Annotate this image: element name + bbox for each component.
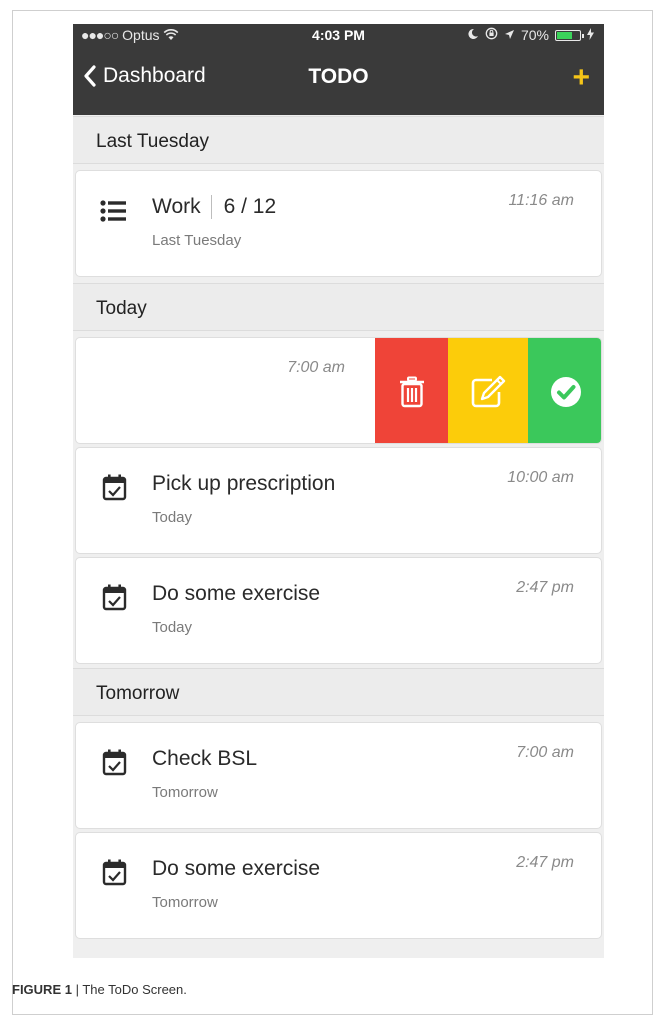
list-item-swiped[interactable]: 7:00 am	[75, 337, 602, 444]
item-title: Work 6 / 12	[152, 195, 276, 219]
item-name: Pick up prescription	[152, 472, 336, 495]
section-title: Tomorrow	[96, 683, 180, 704]
moon-icon	[467, 27, 479, 43]
item-time: 11:16 am	[508, 192, 574, 209]
section-title: Last Tuesday	[96, 131, 210, 152]
list-item-work[interactable]: Work 6 / 12 Last Tuesday 11:16 am	[75, 170, 602, 277]
item-date: Today	[152, 509, 193, 526]
item-time: 2:47 pm	[516, 854, 574, 871]
trash-icon	[399, 376, 424, 407]
charging-icon	[587, 27, 594, 43]
edit-icon	[471, 375, 506, 407]
delete-button[interactable]	[375, 338, 448, 443]
calendar-check-icon	[98, 747, 130, 779]
battery-percent: 70%	[520, 27, 549, 43]
check-circle-icon	[550, 376, 581, 407]
list-item-exercise-today[interactable]: Do some exercise Today 2:47 pm	[75, 557, 602, 664]
add-button[interactable]: +	[572, 60, 590, 96]
battery-icon	[555, 29, 584, 41]
item-time: 2:47 pm	[516, 579, 574, 596]
section-header-today: Today	[73, 283, 604, 331]
edit-button[interactable]	[448, 338, 528, 443]
list-item-prescription[interactable]: Pick up prescription Today 10:00 am	[75, 447, 602, 554]
calendar-check-icon	[98, 857, 130, 889]
list-item-check-bsl[interactable]: Check BSL Tomorrow 7:00 am	[75, 722, 602, 829]
item-date: Tomorrow	[152, 894, 218, 911]
phone-screen: ●●●○○ Optus 4:03 PM 70% Dashboard TODO +…	[73, 24, 604, 958]
caption-text: | The ToDo Screen.	[71, 982, 187, 997]
top-bar: ●●●○○ Optus 4:03 PM 70% Dashboard TODO +	[73, 24, 604, 115]
status-bar: ●●●○○ Optus 4:03 PM 70%	[73, 24, 604, 46]
list-item-exercise-tomorrow[interactable]: Do some exercise Tomorrow 2:47 pm	[75, 832, 602, 939]
item-name: Work	[152, 195, 201, 218]
item-count: 6 / 12	[210, 195, 276, 219]
location-icon	[504, 27, 515, 43]
section-title: Today	[96, 298, 147, 319]
page-title: TODO	[308, 65, 369, 88]
item-name: Do some exercise	[152, 582, 321, 605]
item-name: Check BSL	[152, 747, 258, 770]
item-date: Last Tuesday	[152, 232, 242, 249]
section-header-last-tuesday: Last Tuesday	[73, 116, 604, 164]
nav-bar: Dashboard TODO +	[73, 60, 604, 100]
rotation-lock-icon	[485, 27, 498, 43]
section-header-tomorrow: Tomorrow	[73, 668, 604, 716]
complete-button[interactable]	[528, 338, 601, 443]
status-right: 70%	[467, 27, 594, 43]
calendar-check-icon	[98, 472, 130, 504]
item-time: 7:00 am	[287, 359, 345, 376]
item-date: Tomorrow	[152, 784, 218, 801]
item-time: 10:00 am	[507, 469, 574, 486]
item-date: Today	[152, 619, 193, 636]
figure-caption: FIGURE 1 | The ToDo Screen.	[12, 982, 187, 997]
item-name: Do some exercise	[152, 857, 321, 880]
list-icon	[98, 195, 130, 227]
caption-label: FIGURE 1	[12, 982, 72, 997]
item-time: 7:00 am	[516, 744, 574, 761]
calendar-check-icon	[98, 582, 130, 614]
